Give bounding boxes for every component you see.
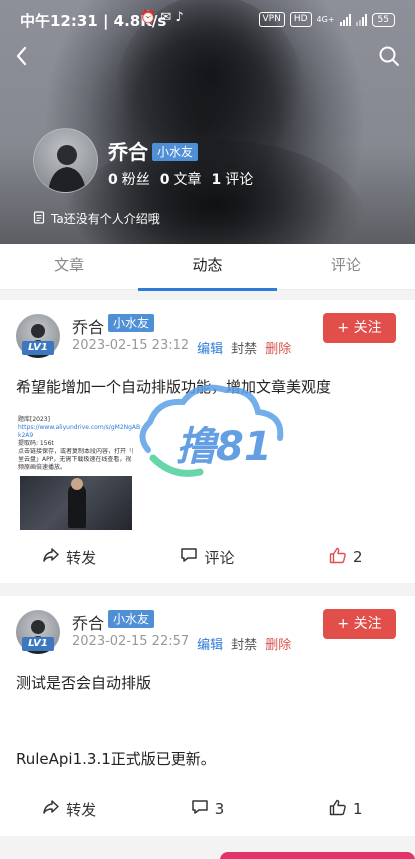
signal-2-icon <box>355 13 367 26</box>
delete-link[interactable]: 删除 <box>265 338 291 357</box>
attachment-line: 频原画倍速播放。 <box>18 464 67 471</box>
articles-label: 文章 <box>173 172 202 188</box>
like-count: 1 <box>353 800 363 818</box>
repost-label: 转发 <box>66 800 97 819</box>
fans-label: 粉丝 <box>121 172 150 188</box>
status-icons: ⏰ ✉ ♪ <box>140 10 184 25</box>
follow-button[interactable]: + 关注 <box>323 313 396 343</box>
edit-link[interactable]: 编辑 <box>197 634 223 653</box>
attachment-photo <box>20 476 132 530</box>
comment-icon <box>191 799 209 819</box>
search-icon[interactable] <box>377 44 401 68</box>
profile-page: 中午12:31 | 4.8K/s ⏰ ✉ ♪ VPN HD 4G+ 55 乔合 <box>0 0 415 859</box>
comment-label: 评论 <box>204 548 235 567</box>
attachment-line: 题库[2023] <box>18 416 50 423</box>
articles-count: 0 <box>159 172 170 188</box>
photo-figure <box>68 484 86 528</box>
watermark-text: 撸81 <box>176 424 272 470</box>
like-button[interactable]: 1 <box>277 794 415 824</box>
floating-action-bar[interactable] <box>220 852 415 859</box>
profile-stats: 0 粉丝 0 文章 1 评论 <box>108 169 253 189</box>
articles-stat[interactable]: 0 文章 <box>160 169 202 189</box>
back-arrow-icon[interactable] <box>12 44 40 68</box>
like-button[interactable]: 2 <box>277 542 415 572</box>
ban-link[interactable]: 封禁 <box>231 634 257 653</box>
comments-label: 评论 <box>225 172 254 188</box>
attachment-text-image: 题库[2023] https://www.aliyundrive.com/s/g… <box>18 410 141 474</box>
post-attachment[interactable]: 题库[2023] https://www.aliyundrive.com/s/g… <box>18 410 141 530</box>
post-author-badge: 小水友 <box>108 314 155 332</box>
share-icon <box>42 547 60 567</box>
follow-button[interactable]: + 关注 <box>323 609 396 639</box>
post-meta: 2023-02-15 23:12 编辑 封禁 删除 <box>72 338 291 357</box>
tab-activity[interactable]: 动态 <box>138 244 277 291</box>
profile-header: 中午12:31 | 4.8K/s ⏰ ✉ ♪ VPN HD 4G+ 55 乔合 <box>0 0 415 244</box>
post-author-badge: 小水友 <box>108 610 155 628</box>
tab-comments[interactable]: 评论 <box>277 244 415 289</box>
repost-button[interactable]: 转发 <box>0 542 138 572</box>
tab-articles[interactable]: 文章 <box>0 244 138 289</box>
level-badge: LV1 <box>22 341 54 355</box>
post-time: 2023-02-15 22:57 <box>72 634 190 649</box>
photo-head <box>71 478 83 490</box>
attachment-line: 点击链接保存，或者复制本段内容，打开「阿 <box>18 448 133 455</box>
repost-label: 转发 <box>66 548 97 567</box>
document-icon <box>33 210 45 227</box>
watermark-logo: 撸81 <box>128 380 293 490</box>
ban-link[interactable]: 封禁 <box>231 338 257 357</box>
post-text: 测试是否会自动排版 <box>16 674 152 692</box>
profile-tabs: 文章 动态 评论 <box>0 244 415 291</box>
post-card[interactable]: LV1 乔合 小水友 2023-02-15 23:12 编辑 封禁 删除 + 关… <box>0 300 415 583</box>
post-author[interactable]: 乔合 <box>72 610 104 634</box>
thumbs-up-icon <box>329 799 347 820</box>
attachment-line: 里云盘」APP，无需下载极速在线查看，视 <box>18 456 132 463</box>
attachment-line: 提取码: 156t <box>18 440 54 447</box>
comments-stat[interactable]: 1 评论 <box>212 169 254 189</box>
share-icon <box>42 799 60 819</box>
level-badge: LV1 <box>22 637 54 651</box>
comments-count: 1 <box>211 172 222 188</box>
hd-indicator: HD <box>289 12 312 27</box>
post-time: 2023-02-15 23:12 <box>72 338 190 353</box>
signal-icon <box>339 13 351 26</box>
attachment-link: https://www.aliyundrive.com/s/gM2NgAB <box>18 424 141 431</box>
comment-button[interactable]: 评论 <box>138 542 276 572</box>
post-actions: 转发 3 1 <box>0 794 415 824</box>
status-bar: 中午12:31 | 4.8K/s ⏰ ✉ ♪ VPN HD 4G+ 55 <box>0 0 415 40</box>
attachment-link: k2A9 <box>18 432 34 439</box>
comment-count: 3 <box>214 800 225 818</box>
post-text-2: RuleApi1.3.1正式版已更新。 <box>16 750 216 768</box>
post-meta: 2023-02-15 22:57 编辑 封禁 删除 <box>72 634 291 653</box>
post-author[interactable]: 乔合 <box>72 314 104 338</box>
profile-avatar[interactable] <box>33 128 98 193</box>
bio-text: Ta还没有个人介绍哦 <box>51 212 160 226</box>
comment-icon <box>180 547 198 567</box>
repost-button[interactable]: 转发 <box>0 794 138 824</box>
post-actions: 转发 评论 2 <box>0 542 415 572</box>
post-card[interactable]: LV1 乔合 小水友 2023-02-15 22:57 编辑 封禁 删除 + 关… <box>0 596 415 836</box>
thumbs-up-icon <box>329 547 347 568</box>
status-indicators: VPN HD 4G+ 55 <box>258 12 395 27</box>
comment-button[interactable]: 3 <box>138 794 276 824</box>
network-indicator: 4G+ <box>316 15 335 24</box>
like-count: 2 <box>353 548 363 566</box>
fans-stat[interactable]: 0 粉丝 <box>108 169 150 189</box>
fans-count: 0 <box>108 172 118 188</box>
profile-badge: 小水友 <box>152 143 199 161</box>
delete-link[interactable]: 删除 <box>265 634 291 653</box>
battery-icon: 55 <box>371 12 395 27</box>
edit-link[interactable]: 编辑 <box>197 338 223 357</box>
profile-bio: Ta还没有个人介绍哦 <box>33 210 160 227</box>
vpn-indicator: VPN <box>258 12 285 27</box>
profile-name: 乔合 <box>108 140 148 164</box>
